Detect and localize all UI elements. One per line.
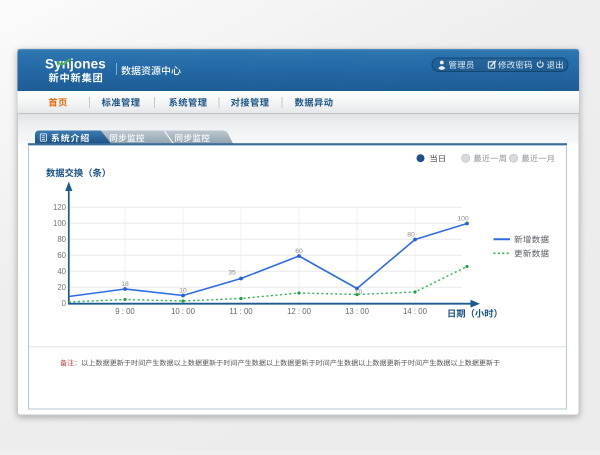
svg-text:60: 60 <box>295 248 303 255</box>
svg-text:10: 10 <box>355 289 363 296</box>
svg-text:120: 120 <box>53 203 67 212</box>
svg-text:9 : 00: 9 : 00 <box>115 307 135 316</box>
svg-text:60: 60 <box>57 251 66 260</box>
svg-text:100: 100 <box>53 219 67 228</box>
svg-text:40: 40 <box>57 267 66 276</box>
svg-text:10: 10 <box>179 288 187 295</box>
svg-text:80: 80 <box>407 232 415 239</box>
svg-text:Synjones: Synjones <box>45 57 106 72</box>
svg-text:100: 100 <box>457 216 469 223</box>
svg-text:10 : 00: 10 : 00 <box>171 307 196 316</box>
svg-text:80: 80 <box>57 235 66 244</box>
svg-text:20: 20 <box>57 283 66 292</box>
svg-text:35: 35 <box>228 270 236 277</box>
svg-text:18: 18 <box>121 281 129 288</box>
svg-text:11 : 00: 11 : 00 <box>229 307 253 316</box>
svg-text:12 : 00: 12 : 00 <box>287 307 312 316</box>
svg-text:0: 0 <box>62 299 67 308</box>
svg-text:13 : 00: 13 : 00 <box>345 307 370 316</box>
svg-text:14 : 00: 14 : 00 <box>403 307 428 316</box>
